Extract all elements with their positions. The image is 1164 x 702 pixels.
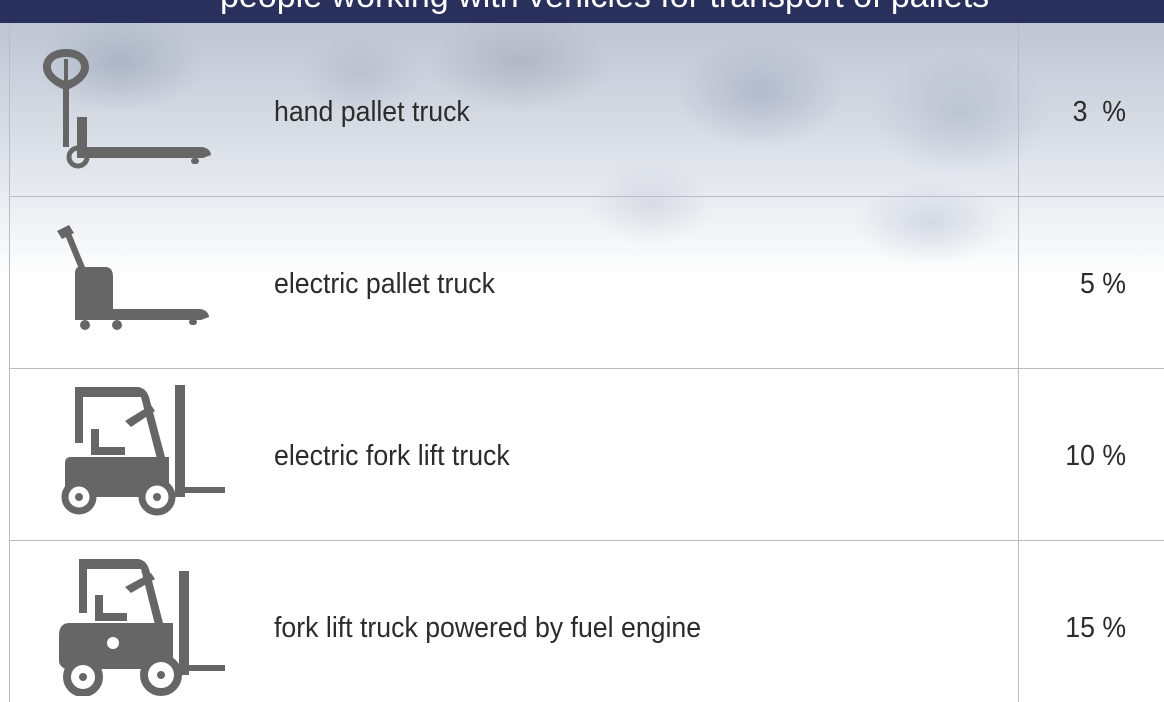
row-value: 15 %: [1065, 612, 1126, 644]
row-value: 5 %: [1080, 268, 1126, 300]
table-row: hand pallet truck 3 %: [9, 23, 1164, 196]
fuel-fork-lift-truck-icon: [39, 551, 239, 696]
table-header: people working with vehicles for transpo…: [0, 0, 1164, 23]
hand-pallet-truck-icon: [39, 43, 239, 173]
electric-pallet-truck-icon: [39, 221, 239, 331]
row-value: 10 %: [1065, 440, 1126, 472]
table-row: fork lift truck powered by fuel engine 1…: [9, 541, 1164, 702]
header-text: people working with vehicles for transpo…: [220, 0, 1120, 16]
row-value: 3 %: [1072, 96, 1126, 128]
vehicle-table: people working with vehicles for transpo…: [0, 0, 1164, 702]
electric-fork-lift-truck-icon: [39, 381, 239, 516]
table-row: electric fork lift truck 10 %: [9, 369, 1164, 540]
row-label: electric fork lift truck: [274, 440, 510, 472]
row-label: electric pallet truck: [274, 268, 495, 300]
table-row: electric pallet truck 5 %: [9, 197, 1164, 368]
row-label: fork lift truck powered by fuel engine: [274, 612, 702, 644]
row-label: hand pallet truck: [274, 96, 470, 128]
